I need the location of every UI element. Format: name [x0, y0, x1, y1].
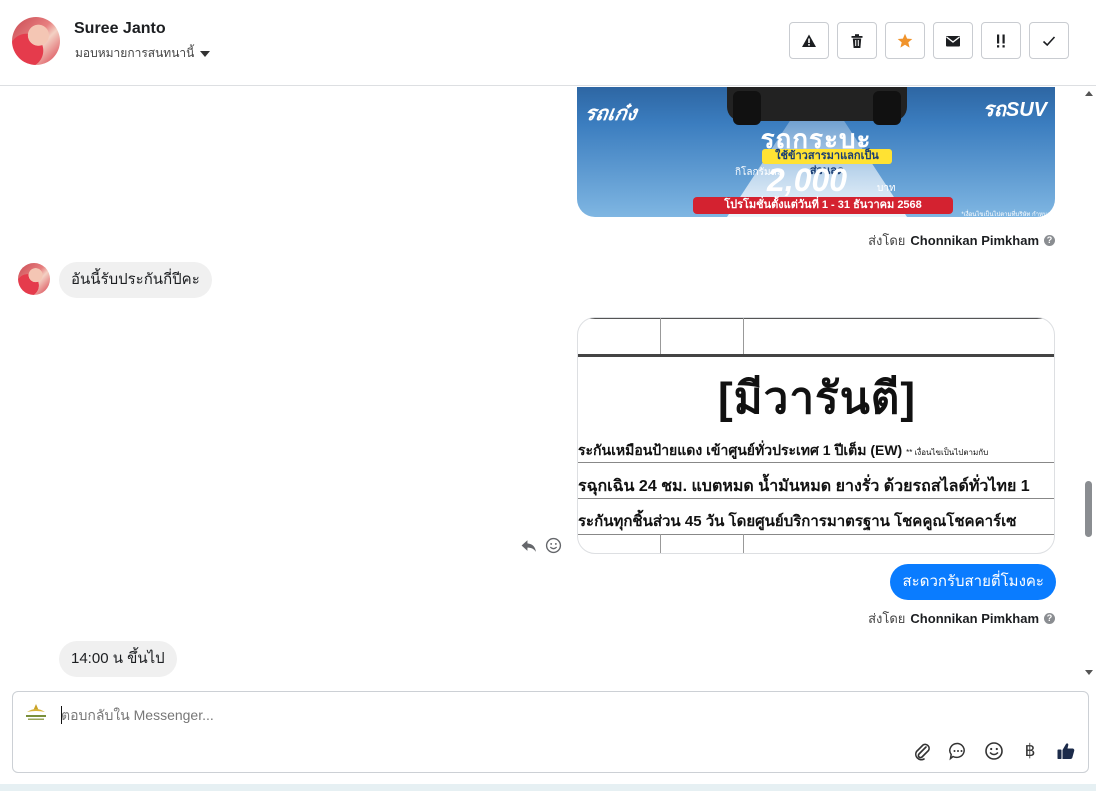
table-divider [743, 534, 744, 553]
delete-button[interactable] [837, 22, 877, 59]
assign-label: มอบหมายการสนทนานี้ [75, 46, 195, 60]
thumbs-up-icon [1057, 743, 1075, 759]
warning-icon [802, 34, 816, 47]
table-border [578, 318, 1054, 319]
sent-by-line: ส่งโดย Chonnikan Pimkham ? [868, 608, 1055, 629]
message-thread: รถเก๋ง รถSUV รถกระบะ ใช้ข้าวสารมาแลกเป็น… [0, 87, 1096, 679]
star-button[interactable] [885, 22, 925, 59]
star-icon [897, 33, 913, 48]
thread-scrollbar[interactable] [1082, 87, 1096, 679]
reply-composer: ฿ [12, 691, 1089, 773]
emoji-react-icon[interactable] [545, 537, 562, 554]
table-border [578, 498, 1054, 499]
follow-up-icon [997, 34, 1005, 47]
scroll-up-arrow-icon[interactable] [1085, 91, 1093, 96]
sent-by-line: ส่งโดย Chonnikan Pimkham ? [868, 230, 1055, 251]
contact-avatar[interactable] [12, 17, 60, 65]
attach-button[interactable] [912, 741, 932, 761]
table-border [578, 462, 1054, 463]
sent-by-prefix: ส่งโดย [868, 233, 906, 248]
trash-icon [851, 33, 863, 48]
help-icon[interactable]: ? [1044, 613, 1055, 624]
warranty-image-attachment[interactable]: [มีวารันตี] ระกันเหมือนป้ายแดง เข้าศูนย์… [577, 317, 1055, 554]
text-cursor [61, 706, 62, 724]
warranty-row-text: ระกันเหมือนป้ายแดง เข้าศูนย์ทั่วประเทศ 1… [578, 442, 903, 458]
message-actions [520, 537, 562, 554]
like-button[interactable] [1056, 741, 1076, 761]
warranty-row: ระกันทุกชิ้นส่วน 45 วัน โดยศูนย์บริการมา… [578, 513, 1017, 530]
incoming-message-bubble[interactable]: 14:00 น ขึ้นไป [59, 641, 177, 677]
table-border [578, 534, 1054, 535]
attachment-icon [915, 743, 930, 761]
reply-input[interactable] [61, 704, 961, 726]
ad-price: 2,000 [767, 162, 848, 198]
incoming-message-bubble[interactable]: อันนี้รับประกันกี่ปีคะ [59, 262, 212, 298]
assign-conversation-dropdown[interactable]: มอบหมายการสนทนานี้ [75, 44, 211, 63]
emoji-button[interactable] [984, 741, 1004, 761]
scroll-down-arrow-icon[interactable] [1085, 670, 1093, 675]
composer-tools: ฿ [912, 741, 1076, 761]
follow-up-button[interactable] [981, 22, 1021, 59]
warranty-row: ระกันเหมือนป้ายแดง เข้าศูนย์ทั่วประเทศ 1… [578, 440, 988, 462]
payment-button[interactable]: ฿ [1020, 741, 1040, 761]
truck-graphic [727, 87, 907, 125]
sent-by-name: Chonnikan Pimkham [910, 233, 1039, 248]
table-divider [660, 534, 661, 553]
emoji-icon [985, 742, 1003, 760]
payment-icon: ฿ [1024, 741, 1036, 761]
saved-replies-button[interactable] [948, 741, 968, 761]
contact-avatar-small [18, 263, 50, 295]
table-divider [660, 318, 661, 354]
ad-price-unit: บาท [877, 183, 896, 194]
table-border [578, 354, 1054, 357]
contact-name[interactable]: Suree Janto [74, 20, 166, 38]
page-logo-icon [26, 704, 46, 720]
mark-done-button[interactable] [1029, 22, 1069, 59]
sent-by-name: Chonnikan Pimkham [910, 611, 1039, 626]
chevron-down-icon [200, 51, 211, 57]
reply-icon[interactable] [520, 537, 537, 554]
warranty-row: รฉุกเฉิน 24 ชม. แบตหมด น้ำมันหมด ยางรั่ว… [578, 478, 1030, 495]
conversation-toolbar [789, 22, 1069, 59]
warranty-row-note: ** เงื่อนไขเป็นไปตามกับ [906, 448, 989, 457]
help-icon[interactable]: ? [1044, 235, 1055, 246]
promo-image-attachment[interactable]: รถเก๋ง รถSUV รถกระบะ ใช้ข้าวสารมาแลกเป็น… [577, 87, 1055, 217]
warranty-title: [มีวารันตี] [717, 374, 916, 423]
envelope-icon [946, 35, 960, 46]
outgoing-message-bubble[interactable]: สะดวกรับสายตี่โมงคะ [890, 564, 1056, 600]
scrollbar-thumb[interactable] [1085, 481, 1092, 537]
mark-spam-button[interactable] [789, 22, 829, 59]
sent-by-prefix: ส่งโดย [868, 611, 906, 626]
checkmark-icon [1042, 35, 1056, 46]
table-divider [743, 318, 744, 354]
bottom-strip [0, 784, 1096, 791]
ad-promo-banner: โปรโมชั่นตั้งแต่วันที่ 1 - 31 ธันวาคม 25… [693, 197, 953, 214]
saved-reply-icon [949, 742, 965, 761]
conversation-header: Suree Janto มอบหมายการสนทนานี้ [0, 0, 1096, 86]
mark-unread-button[interactable] [933, 22, 973, 59]
ad-footnote: *เงื่อนไขเป็นไปตามที่บริษัท กำหนด [961, 212, 1051, 217]
